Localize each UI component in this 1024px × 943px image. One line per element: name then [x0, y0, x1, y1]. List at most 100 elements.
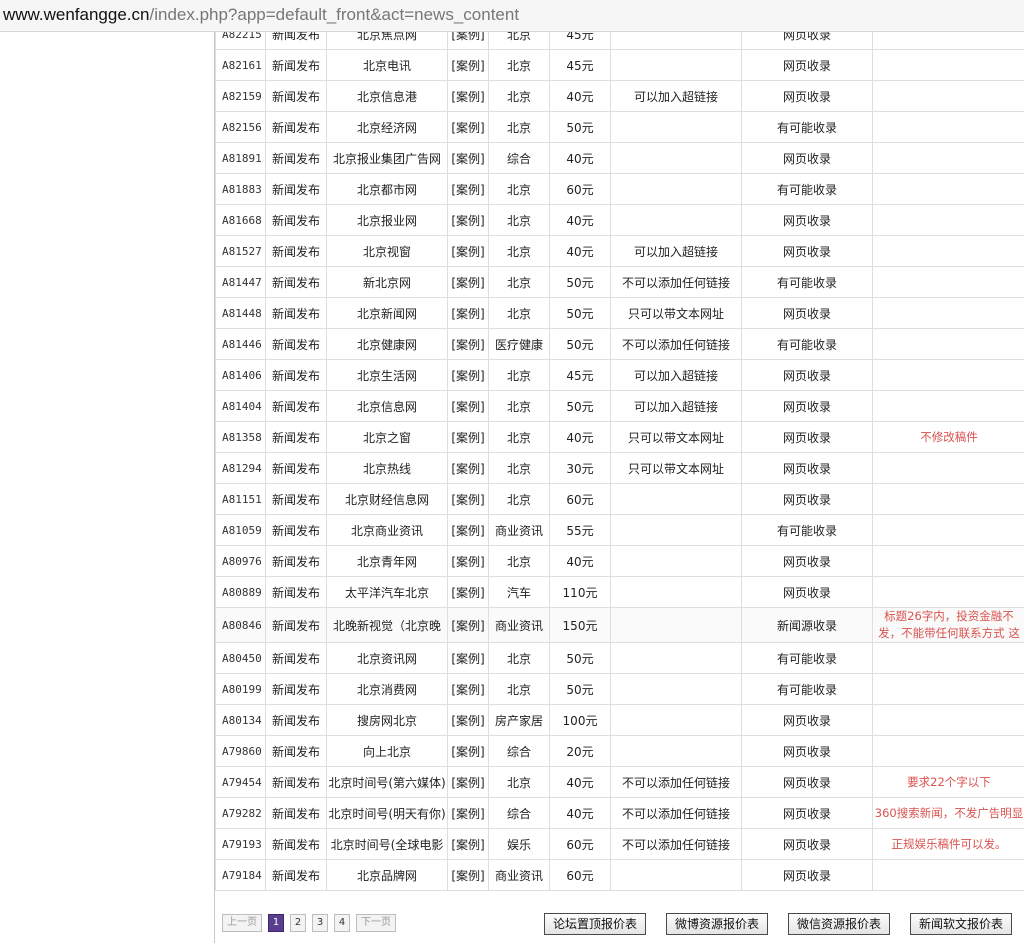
case-link[interactable]: [案例] [447, 204, 489, 236]
case-link[interactable]: [案例] [447, 607, 489, 643]
next-page-button[interactable]: 下一页 [356, 914, 396, 932]
case-link[interactable]: [案例] [447, 483, 489, 515]
table-row: A79454 新闻发布 北京时间号(第六媒体) [案例] 北京 40元 不可以添加任何链接网… [215, 766, 1024, 798]
forum-top-price-button[interactable]: 论坛置顶报价表 [544, 913, 647, 935]
site-name-link[interactable]: 北京青年网 [326, 545, 448, 577]
case-link[interactable]: [案例] [447, 328, 489, 360]
note-cell [872, 483, 1024, 515]
site-name-link[interactable]: 北京时间号(全球电影 [326, 828, 448, 860]
category-cell: 北京 [488, 235, 550, 267]
case-link[interactable]: [案例] [447, 32, 489, 50]
category-cell: 北京 [488, 673, 550, 705]
index-status-cell: 网页收录 [741, 797, 873, 829]
site-name-link[interactable]: 搜房网北京 [326, 704, 448, 736]
site-name-link[interactable]: 北京品牌网 [326, 859, 448, 891]
link-policy-cell: 只可以带文本网址 [610, 297, 742, 329]
case-link[interactable]: [案例] [447, 421, 489, 453]
case-link[interactable]: [案例] [447, 142, 489, 174]
site-name-link[interactable]: 北京视窗 [326, 235, 448, 267]
note-cell [872, 235, 1024, 267]
table-row: A80889 新闻发布 太平洋汽车北京 [案例] 汽车 110元 网页收录 [215, 576, 1024, 608]
site-name-link[interactable]: 北京焦点网 [326, 32, 448, 50]
case-link[interactable]: [案例] [447, 642, 489, 674]
site-name-link[interactable]: 北京新闻网 [326, 297, 448, 329]
site-name-link[interactable]: 北京生活网 [326, 359, 448, 391]
site-name-link[interactable]: 北京之窗 [326, 421, 448, 453]
case-link[interactable]: [案例] [447, 766, 489, 798]
note-cell [872, 297, 1024, 329]
link-policy-cell: 可以加入超链接 [610, 390, 742, 422]
table-row: A79193 新闻发布 北京时间号(全球电影 [案例] 娱乐 60元 不可以添加任何链接 网页… [215, 828, 1024, 860]
site-name-link[interactable]: 北京信息网 [326, 390, 448, 422]
case-link[interactable]: [案例] [447, 735, 489, 767]
site-name-link[interactable]: 北京信息港 [326, 80, 448, 112]
site-name-link[interactable]: 北京热线 [326, 452, 448, 484]
site-name-link[interactable]: 新北京网 [326, 266, 448, 298]
index-status-cell: 网页收录 [741, 359, 873, 391]
case-link[interactable]: [案例] [447, 266, 489, 298]
site-name-link[interactable]: 北京报业网 [326, 204, 448, 236]
case-link[interactable]: [案例] [447, 828, 489, 860]
site-name-link[interactable]: 北京时间号(第六媒体) [326, 766, 448, 798]
case-link[interactable]: [案例] [447, 173, 489, 205]
link-policy-cell [610, 49, 742, 81]
type-cell: 新闻发布 [265, 297, 327, 329]
case-link[interactable]: [案例] [447, 80, 489, 112]
report-button-group: 论坛置顶报价表 微博资源报价表 微信资源报价表 新闻软文报价表 [544, 913, 1013, 935]
site-name-link[interactable]: 北京健康网 [326, 328, 448, 360]
prev-page-button[interactable]: 上一页 [222, 914, 262, 932]
address-bar[interactable]: www.wenfangge.cn/index.php?app=default_f… [0, 0, 1024, 32]
case-link[interactable]: [案例] [447, 545, 489, 577]
site-name-link[interactable]: 北京报业集团广告网 [326, 142, 448, 174]
case-link[interactable]: [案例] [447, 49, 489, 81]
case-link[interactable]: [案例] [447, 452, 489, 484]
link-policy-cell [610, 607, 742, 643]
resource-id: A79193 [215, 828, 266, 860]
page-1-button[interactable]: 1 [268, 914, 284, 932]
site-name-link[interactable]: 北京财经信息网 [326, 483, 448, 515]
site-name-link[interactable]: 北晚新视觉（北京晚 [326, 607, 448, 643]
case-link[interactable]: [案例] [447, 673, 489, 705]
site-name-link[interactable]: 向上北京 [326, 735, 448, 767]
case-link[interactable]: [案例] [447, 390, 489, 422]
site-name-link[interactable]: 北京消费网 [326, 673, 448, 705]
price-cell: 45元 [549, 49, 611, 81]
case-link[interactable]: [案例] [447, 576, 489, 608]
case-link[interactable]: [案例] [447, 859, 489, 891]
category-cell: 北京 [488, 766, 550, 798]
news-article-price-button[interactable]: 新闻软文报价表 [910, 913, 1013, 935]
index-status-cell: 有可能收录 [741, 514, 873, 546]
table-row: A81151 新闻发布 北京财经信息网 [案例] 北京 60元 网页收录 [215, 483, 1024, 515]
case-link[interactable]: [案例] [447, 359, 489, 391]
page-4-button[interactable]: 4 [334, 914, 350, 932]
type-cell: 新闻发布 [265, 359, 327, 391]
case-link[interactable]: [案例] [447, 235, 489, 267]
page-2-button[interactable]: 2 [290, 914, 306, 932]
link-policy-cell: 可以加入超链接 [610, 359, 742, 391]
site-name-link[interactable]: 北京电讯 [326, 49, 448, 81]
index-status-cell: 网页收录 [741, 452, 873, 484]
weibo-price-button[interactable]: 微博资源报价表 [666, 913, 769, 935]
page-3-button[interactable]: 3 [312, 914, 328, 932]
table-row: A81447 新闻发布 新北京网 [案例] 北京 50元 不可以添加任何链接 有可能收录 [215, 266, 1024, 298]
case-link[interactable]: [案例] [447, 111, 489, 143]
site-name-link[interactable]: 北京商业资讯 [326, 514, 448, 546]
site-name-link[interactable]: 北京资讯网 [326, 642, 448, 674]
price-cell: 60元 [549, 859, 611, 891]
table-row: A82161 新闻发布 北京电讯 [案例] 北京 45元 网页收录 [215, 49, 1024, 81]
wechat-price-button[interactable]: 微信资源报价表 [788, 913, 891, 935]
index-status-cell: 网页收录 [741, 828, 873, 860]
index-status-cell: 有可能收录 [741, 111, 873, 143]
case-link[interactable]: [案例] [447, 797, 489, 829]
price-cell: 45元 [549, 32, 611, 50]
category-cell: 北京 [488, 297, 550, 329]
site-name-link[interactable]: 北京都市网 [326, 173, 448, 205]
case-link[interactable]: [案例] [447, 514, 489, 546]
case-link[interactable]: [案例] [447, 297, 489, 329]
category-cell: 北京 [488, 173, 550, 205]
site-name-link[interactable]: 北京经济网 [326, 111, 448, 143]
site-name-link[interactable]: 北京时间号(明天有你) [326, 797, 448, 829]
price-cell: 50元 [549, 266, 611, 298]
site-name-link[interactable]: 太平洋汽车北京 [326, 576, 448, 608]
case-link[interactable]: [案例] [447, 704, 489, 736]
